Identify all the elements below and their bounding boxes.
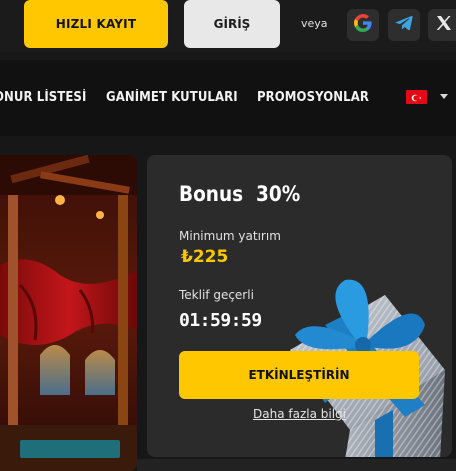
telegram-icon	[395, 15, 413, 35]
google-icon	[354, 14, 372, 36]
activate-button[interactable]: ETKİNLEŞTİRİN	[179, 351, 419, 399]
turkey-flag-icon	[410, 88, 424, 107]
top-bar: HIZLI KAYIT GİRİŞ veya	[0, 0, 456, 52]
promo-banner-image[interactable]	[0, 155, 137, 471]
x-login-button[interactable]	[428, 9, 456, 41]
x-icon	[436, 15, 452, 35]
bonus-card: Bonus 30% Minimum yatırım ₺225 Teklif ge…	[147, 155, 452, 457]
next-card-edge	[137, 459, 456, 471]
google-login-button[interactable]	[347, 9, 379, 41]
chevron-down-icon[interactable]	[440, 94, 448, 99]
offer-valid-label: Teklif geçerli	[179, 288, 254, 302]
or-label: veya	[301, 17, 328, 30]
bonus-title-label: Bonus	[179, 182, 244, 206]
countdown-timer: 01:59:59	[179, 310, 262, 331]
nav-item-promotions[interactable]: PROMOSYONLAR	[257, 90, 369, 105]
login-button[interactable]: GİRİŞ	[184, 0, 280, 48]
min-deposit-label: Minimum yatırım	[179, 229, 281, 243]
bonus-percent: 30%	[255, 182, 301, 206]
language-selector[interactable]	[406, 90, 427, 104]
quick-register-button[interactable]: HIZLI KAYIT	[24, 0, 168, 48]
more-info-link[interactable]: Daha fazla bilgi	[147, 407, 452, 421]
nav-item-loot-boxes[interactable]: GANİMET KUTULARI	[106, 90, 238, 105]
telegram-login-button[interactable]	[388, 9, 420, 41]
bonus-title: Bonus 30%	[179, 182, 300, 206]
nav-item-honor-list[interactable]: ONUR LİSTESİ	[0, 90, 86, 105]
min-deposit-value: ₺225	[181, 247, 229, 267]
